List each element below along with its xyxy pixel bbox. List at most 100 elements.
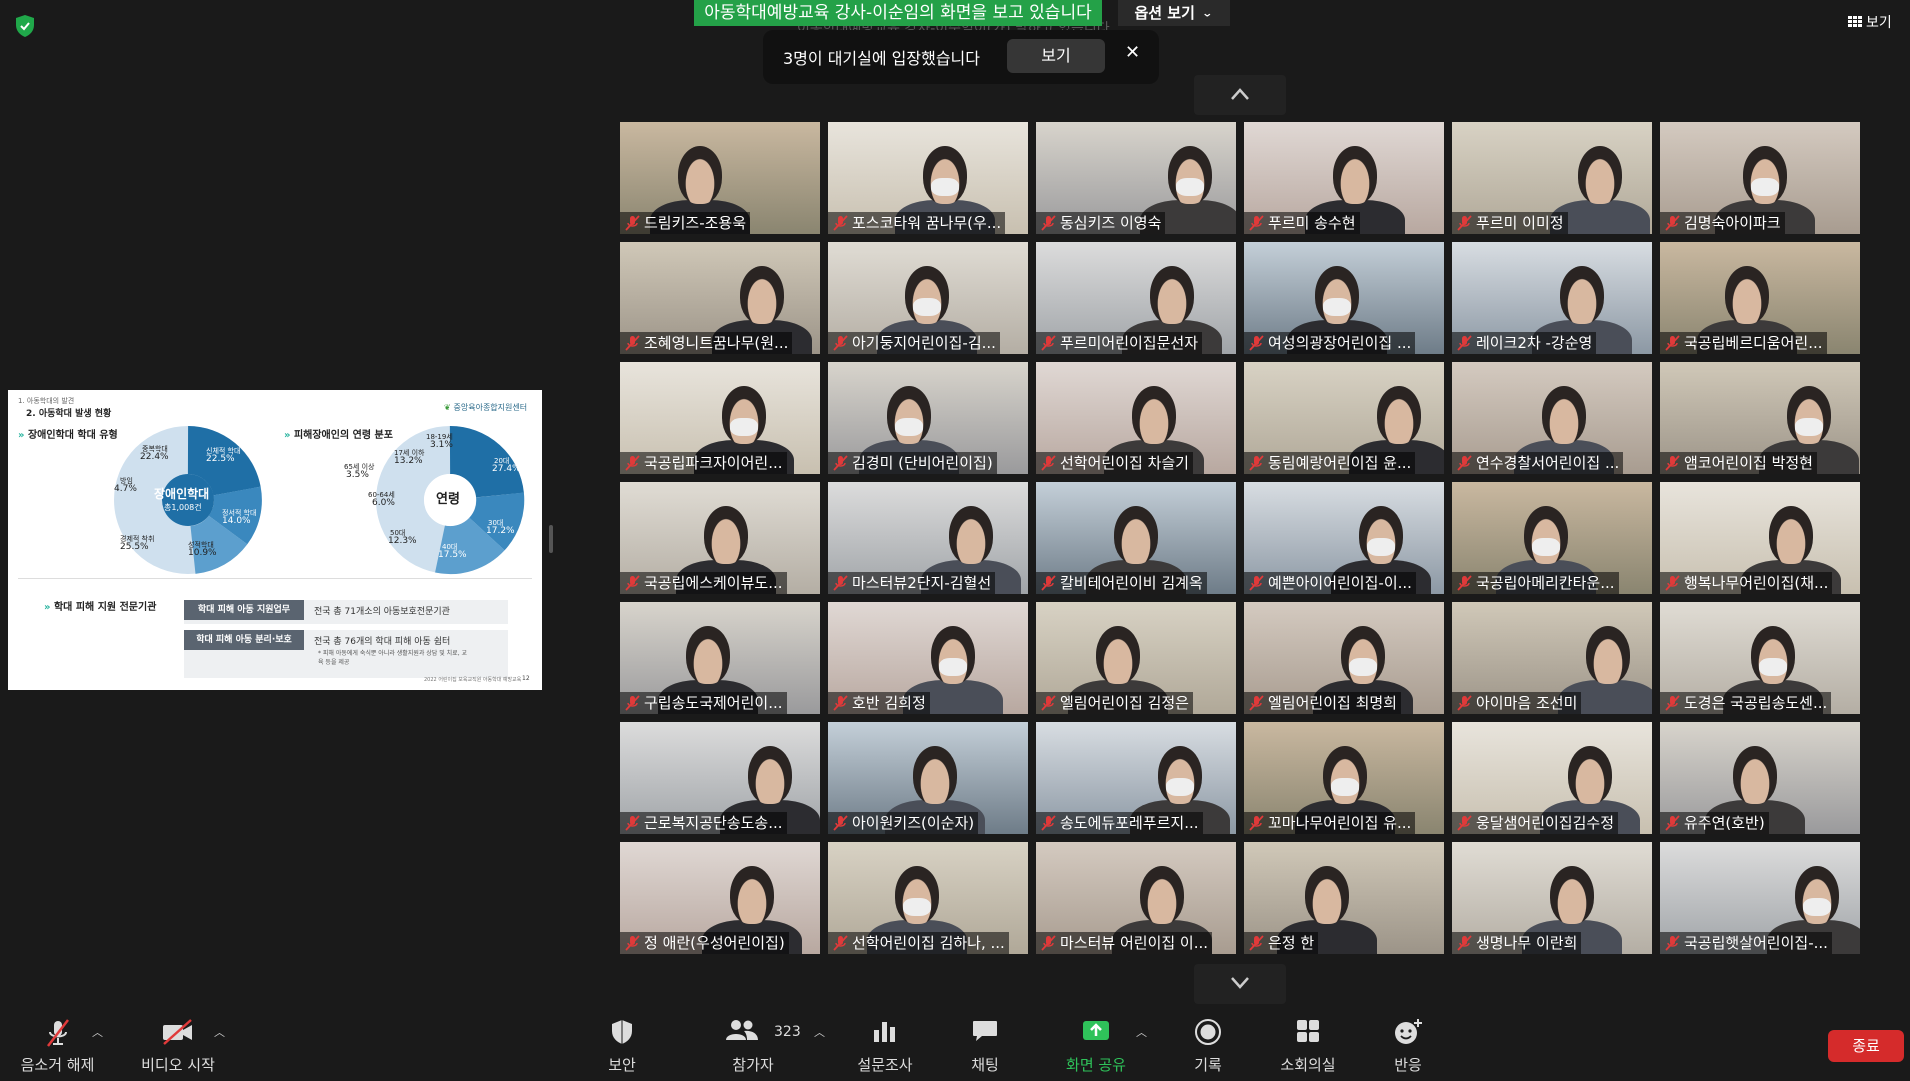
participant-name-text: 연수경찰서어린이집 ...	[1476, 454, 1620, 472]
participant-video-tile[interactable]: 마스터뷰2단지-김혈선	[828, 482, 1028, 594]
chevron-down-icon: ⌄	[1201, 6, 1213, 20]
participant-video-tile[interactable]: 아이원키즈(이순자)	[828, 722, 1028, 834]
security-button[interactable]: 보안	[592, 1008, 652, 1081]
donut2-seg-value: 13.2%	[394, 456, 423, 466]
participant-video-tile[interactable]: 구립송도국제어린이...	[620, 602, 820, 714]
support-row-note: * 피해 아동에게 숙식뿐 아니라 생활지원과 상담 및 치료, 교육 등을 제…	[318, 650, 468, 666]
participant-video-tile[interactable]: 아이마음 조선미	[1452, 602, 1652, 714]
participant-video-tile[interactable]: 호반 김희정	[828, 602, 1028, 714]
support-row-tag: 학대 피해 아동 분리·보호	[184, 630, 304, 650]
polls-button[interactable]: 설문조사	[850, 1008, 920, 1081]
encryption-shield-icon[interactable]	[14, 14, 36, 38]
participant-silhouette-head	[1114, 506, 1158, 564]
muted-microphone-icon	[1665, 695, 1680, 711]
close-icon[interactable]: ✕	[1125, 42, 1140, 63]
muted-microphone-icon	[833, 215, 848, 231]
participant-name-label: 유주연(호반)	[1660, 812, 1769, 834]
participant-video-tile[interactable]: 근로복지공단송도송...	[620, 722, 820, 834]
participant-video-tile[interactable]: 선학어린이집 차슬기	[1036, 362, 1236, 474]
participant-name-label: 정 애란(우성어린이집)	[620, 932, 789, 954]
participant-name-label: 도경은 국공립송도센...	[1660, 692, 1832, 714]
participant-video-tile[interactable]: 국공립파크자이어린...	[620, 362, 820, 474]
participant-video-tile[interactable]: 마스터뷰 어린이집 이...	[1036, 842, 1236, 954]
face-mask	[1759, 658, 1787, 676]
participants-options-caret[interactable]: ︿	[812, 1008, 828, 1081]
reactions-button[interactable]: 반응	[1378, 1008, 1438, 1081]
participant-video-tile[interactable]: 푸르미어린이집문선자	[1036, 242, 1236, 354]
participant-video-tile[interactable]: 엘림어린이집 김정은	[1036, 602, 1236, 714]
participant-name-text: 도경은 국공립송도센...	[1684, 694, 1828, 712]
participant-name-label: 예쁜아이어린이집-이...	[1244, 572, 1416, 594]
participant-video-tile[interactable]: 생명나무 이란희	[1452, 842, 1652, 954]
participant-video-tile[interactable]: 국공립에스케이뷰도...	[620, 482, 820, 594]
muted-microphone-icon	[1249, 335, 1264, 351]
participant-video-tile[interactable]: 김명숙아이파크	[1660, 122, 1860, 234]
participant-name-label: 행복나무어린이집(채...	[1660, 572, 1833, 594]
participant-video-tile[interactable]: 국공립베르디움어린...	[1660, 242, 1860, 354]
participant-silhouette-head	[1560, 266, 1604, 324]
participant-video-tile[interactable]: 레이크2차 -강순영	[1452, 242, 1652, 354]
participant-video-tile[interactable]: 칼비테어린이비 김계옥	[1036, 482, 1236, 594]
muted-microphone-icon	[1249, 455, 1264, 471]
breakout-rooms-button[interactable]: 소회의실	[1268, 1008, 1348, 1081]
participant-video-tile[interactable]: 조혜영니트꿈나무(원...	[620, 242, 820, 354]
muted-microphone-icon	[833, 575, 848, 591]
muted-microphone-icon	[1457, 455, 1472, 471]
slide-title: 2. 아동학대 발생 현황	[26, 409, 112, 419]
record-button[interactable]: 기록	[1178, 1008, 1238, 1081]
gallery-view-button[interactable]: 보기	[1848, 12, 1892, 32]
gallery-page-up-button[interactable]	[1194, 75, 1286, 115]
participant-video-tile[interactable]: 동림예랑어린이집 윤...	[1244, 362, 1444, 474]
participant-name-text: 송도에듀포레푸르지...	[1060, 814, 1199, 832]
participant-video-tile[interactable]: 유주연(호반)	[1660, 722, 1860, 834]
participant-video-tile[interactable]: 연수경찰서어린이집 ...	[1452, 362, 1652, 474]
participant-video-tile[interactable]: 동심키즈 이영숙	[1036, 122, 1236, 234]
muted-microphone-icon	[625, 935, 640, 951]
participants-button[interactable]: 323 참가자	[718, 1008, 801, 1081]
gallery-page-down-button[interactable]	[1194, 964, 1286, 1004]
participant-video-tile[interactable]: 엘림어린이집 최명희	[1244, 602, 1444, 714]
participant-video-tile[interactable]: 여성의광장어린이집 ...	[1244, 242, 1444, 354]
end-meeting-button[interactable]: 종료	[1828, 1030, 1904, 1062]
muted-microphone-icon	[1665, 575, 1680, 591]
participant-video-tile[interactable]: 푸르미 이미정	[1452, 122, 1652, 234]
participant-video-tile[interactable]: 예쁜아이어린이집-이...	[1244, 482, 1444, 594]
participant-video-tile[interactable]: 꼬마나무어린이집 유...	[1244, 722, 1444, 834]
participant-video-tile[interactable]: 은정 한	[1244, 842, 1444, 954]
participant-video-tile[interactable]: 선학어린이집 김하나, ...	[828, 842, 1028, 954]
waiting-room-view-button[interactable]: 보기	[1007, 39, 1105, 73]
participant-video-tile[interactable]: 푸르미 송수현	[1244, 122, 1444, 234]
panel-splitter-handle[interactable]	[549, 525, 553, 553]
participant-video-tile[interactable]: 송도에듀포레푸르지...	[1036, 722, 1236, 834]
muted-microphone-icon	[833, 935, 848, 951]
audio-options-caret[interactable]: ︿	[88, 1008, 104, 1081]
caret-up-icon: ︿	[1136, 1026, 1147, 1039]
participant-video-tile[interactable]: 앰코어린이집 박정현	[1660, 362, 1860, 474]
share-screen-button[interactable]: 화면 공유	[1056, 1008, 1136, 1081]
video-options-caret[interactable]: ︿	[210, 1008, 226, 1081]
chat-button[interactable]: 채팅	[955, 1008, 1015, 1081]
view-options-button[interactable]: 옵션 보기 ⌄	[1118, 0, 1230, 26]
slide-footer: 2022 어린이집 보육교직원 아동학대 예방교육	[424, 677, 522, 683]
chevron-up-icon	[1231, 88, 1249, 100]
participant-video-tile[interactable]: 드림키즈-조용욱	[620, 122, 820, 234]
participant-video-tile[interactable]: 국공립햇살어린이집-...	[1660, 842, 1860, 954]
muted-microphone-icon	[1249, 695, 1264, 711]
participant-video-tile[interactable]: 포스코타워 꿈나무(우...	[828, 122, 1028, 234]
participant-video-tile[interactable]: 행복나무어린이집(채...	[1660, 482, 1860, 594]
participant-video-tile[interactable]: 정 애란(우성어린이집)	[620, 842, 820, 954]
participant-video-tile[interactable]: 국공립아메리칸타운...	[1452, 482, 1652, 594]
participant-video-tile[interactable]: 도경은 국공립송도센...	[1660, 602, 1860, 714]
participant-name-label: 생명나무 이란희	[1452, 932, 1582, 954]
participant-video-tile[interactable]: 아기둥지어린이집-김...	[828, 242, 1028, 354]
donut1-seg-value: 25.5%	[120, 542, 149, 552]
double-chevron-icon: »	[284, 430, 291, 441]
participant-name-label: 송도에듀포레푸르지...	[1036, 812, 1203, 834]
participant-video-tile[interactable]: 웅달샘어린이집김수정	[1452, 722, 1652, 834]
participant-name-label: 구립송도국제어린이...	[620, 692, 787, 714]
muted-microphone-icon	[833, 815, 848, 831]
share-options-caret[interactable]: ︿	[1134, 1008, 1150, 1081]
participant-video-tile[interactable]: 김경미 (단비어린이집)	[828, 362, 1028, 474]
muted-microphone-icon	[1457, 935, 1472, 951]
security-label: 보안	[608, 1056, 636, 1074]
